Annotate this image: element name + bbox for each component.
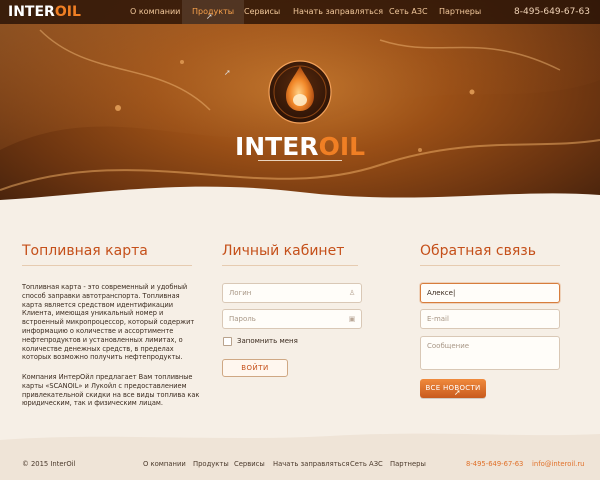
footer-email[interactable]: info@interoil.ru — [532, 460, 584, 468]
nav-item-services[interactable]: Сервисы — [244, 0, 280, 24]
top-navigation: INTEROIL О компании Продукты Сервисы Нач… — [0, 0, 600, 24]
footer-link-partners[interactable]: Партнеры — [390, 460, 426, 468]
user-icon: ♙ — [348, 289, 356, 297]
login-button[interactable]: ВОЙТИ — [222, 359, 288, 377]
fuel-card-paragraph: Компания ИнтерОйл предлагает Вам топливн… — [22, 373, 200, 408]
nav-item-products[interactable]: Продукты — [182, 0, 245, 24]
feedback-divider — [420, 265, 560, 266]
lock-icon: ▣ — [348, 315, 356, 323]
fuel-card-title: Топливная карта — [22, 243, 148, 259]
footer-link-start-fueling[interactable]: Начать заправляться — [273, 460, 350, 468]
footer-phone[interactable]: 8-495-649-67-63 — [466, 460, 523, 468]
message-textarea[interactable]: Сообщение — [420, 336, 560, 370]
logo-part-oil: OIL — [54, 4, 81, 20]
nav-item-stations[interactable]: Сеть АЗС — [389, 0, 428, 24]
footer-link-services[interactable]: Сервисы — [234, 460, 265, 468]
nav-item-company[interactable]: О компании — [130, 0, 180, 24]
header-phone[interactable]: 8-495-649-67-63 — [514, 0, 590, 24]
fuel-card-paragraph: Топливная карта - это современный и удоб… — [22, 283, 195, 362]
nav-item-partners[interactable]: Партнеры — [439, 0, 481, 24]
login-placeholder: Логин — [229, 289, 252, 297]
remember-me-checkbox[interactable] — [223, 337, 232, 346]
oil-drop-emblem-icon — [268, 60, 332, 124]
mouse-cursor-icon: ➚ — [206, 12, 213, 21]
mouse-cursor-icon: ➚ — [454, 388, 461, 397]
password-placeholder: Пароль — [229, 315, 256, 323]
all-news-button[interactable]: ВСЕ НОВОСТИ — [420, 379, 486, 398]
cabinet-divider — [222, 265, 358, 266]
email-input[interactable]: E-mail — [420, 309, 560, 329]
footer-link-stations[interactable]: Сеть АЗС — [350, 460, 383, 468]
hero-brand-logo: INTEROIL — [0, 132, 600, 161]
fuel-card-divider — [22, 265, 192, 266]
header-logo[interactable]: INTEROIL — [8, 4, 81, 20]
footer-link-company[interactable]: О компании — [143, 460, 186, 468]
brand-underline — [258, 160, 342, 161]
brand-part-oil: OIL — [318, 132, 366, 161]
nav-item-start-fueling[interactable]: Начать заправляться — [293, 0, 383, 24]
brand-part-inter: INTER — [234, 132, 319, 161]
remember-me-label: Запомнить меня — [237, 337, 298, 345]
mouse-cursor-icon: ➚ — [224, 68, 231, 77]
footer-link-products[interactable]: Продукты — [193, 460, 229, 468]
footer-copyright: © 2015 InterOil — [22, 460, 76, 468]
name-input[interactable]: Алексе| — [420, 283, 560, 303]
feedback-title: Обратная связь — [420, 243, 536, 259]
login-input[interactable]: Логин ♙ — [222, 283, 362, 303]
logo-part-inter: INTER — [8, 4, 55, 20]
cabinet-title: Личный кабинет — [222, 243, 345, 259]
password-input[interactable]: Пароль ▣ — [222, 309, 362, 329]
